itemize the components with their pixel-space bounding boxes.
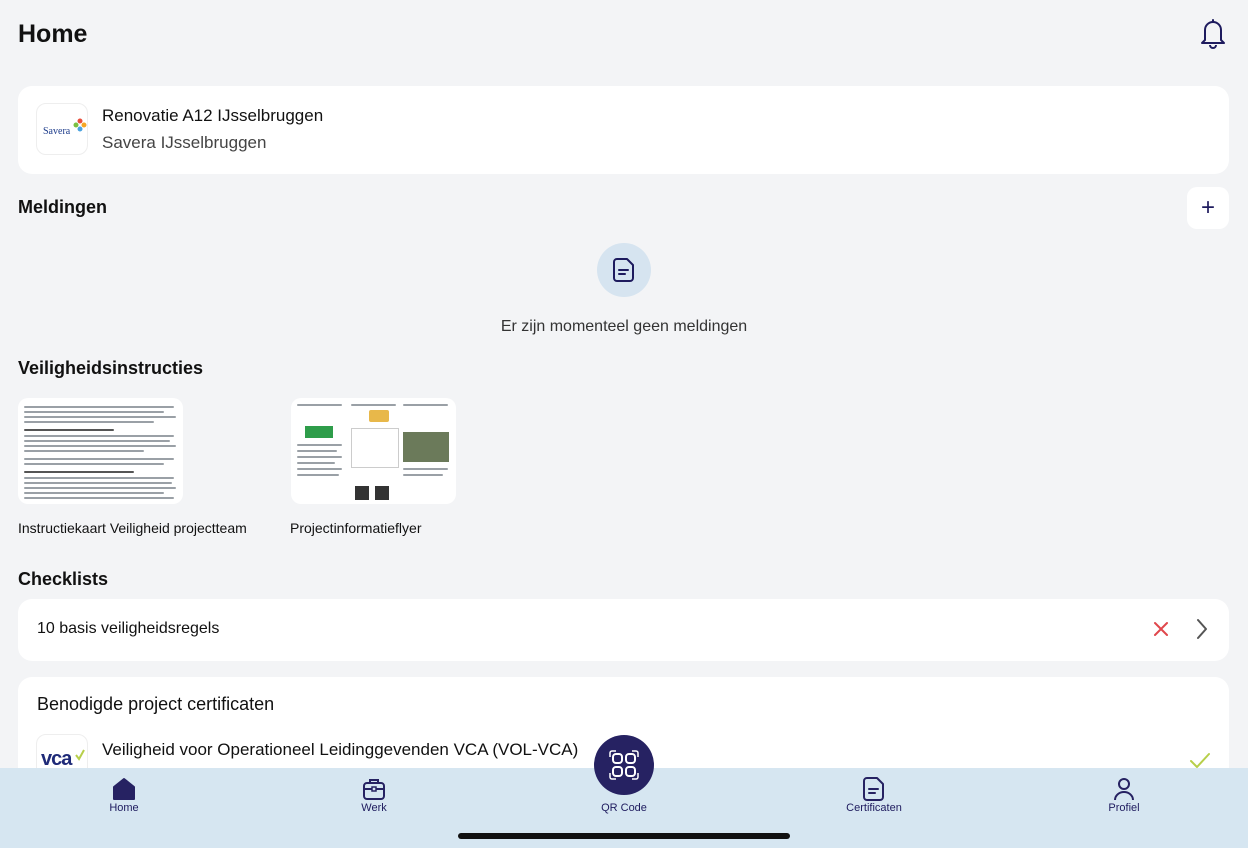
project-logo: Savera [36,103,88,155]
tab-werk[interactable]: Werk [314,768,434,828]
home-icon [113,778,135,800]
tab-certificaten[interactable]: Certificaten [814,768,934,828]
checklist-item[interactable]: 10 basis veiligheidsregels [18,599,1229,661]
tab-certificaten-label: Certificaten [846,802,902,814]
empty-document-icon [597,243,651,297]
certificaten-title: Benodigde project certificaten [37,694,275,714]
home-indicator [458,833,790,839]
tab-home[interactable]: Home [64,768,184,828]
projectinformatieflyer-label: Projectinformatieflyer [290,520,422,536]
checklists-title: Checklists [18,569,109,589]
profile-icon [1114,778,1134,801]
tab-profiel[interactable]: Profiel [1064,768,1184,828]
certificate-item-label[interactable]: Veiligheid voor Operationeel Leidinggeve… [102,740,578,760]
qr-code-button[interactable] [594,735,654,795]
projectinformatieflyer-thumbnail[interactable] [291,398,456,504]
project-logo-text: Savera [43,126,71,137]
logo-flower-icon [73,118,87,132]
qr-code-icon [609,750,639,780]
project-subtitle: Savera IJsselbruggen [102,133,267,152]
instructiekaart-label: Instructiekaart Veiligheid projectteam [18,520,247,536]
add-melding-button[interactable]: + [1187,187,1229,229]
meldingen-title: Meldingen [18,197,107,217]
meldingen-empty-text: Er zijn momenteel geen meldingen [500,318,748,335]
vca-check-mark-icon [75,749,85,761]
tab-qr-code-label[interactable]: QR Code [564,802,684,814]
bell-icon[interactable] [1198,16,1228,50]
instructiekaart-thumbnail[interactable] [18,398,183,504]
tab-werk-label: Werk [361,802,387,814]
briefcase-icon [363,779,385,800]
checklist-item-label: 10 basis veiligheidsregels [37,620,220,637]
certificate-icon [863,777,884,801]
chevron-right-icon [1197,619,1207,639]
tab-profiel-label: Profiel [1108,802,1140,814]
plus-icon: + [1200,194,1215,221]
x-icon [1154,622,1168,636]
tab-home-label: Home [109,802,139,814]
page-title: Home [18,20,88,48]
top-bar: Home [0,0,1248,70]
project-title: Renovatie A12 IJsselbruggen [102,106,324,125]
project-card[interactable]: Savera Renovatie A12 IJsselbruggen Saver… [18,86,1229,174]
veiligheidsinstructies-title: Veiligheidsinstructies [18,358,204,378]
